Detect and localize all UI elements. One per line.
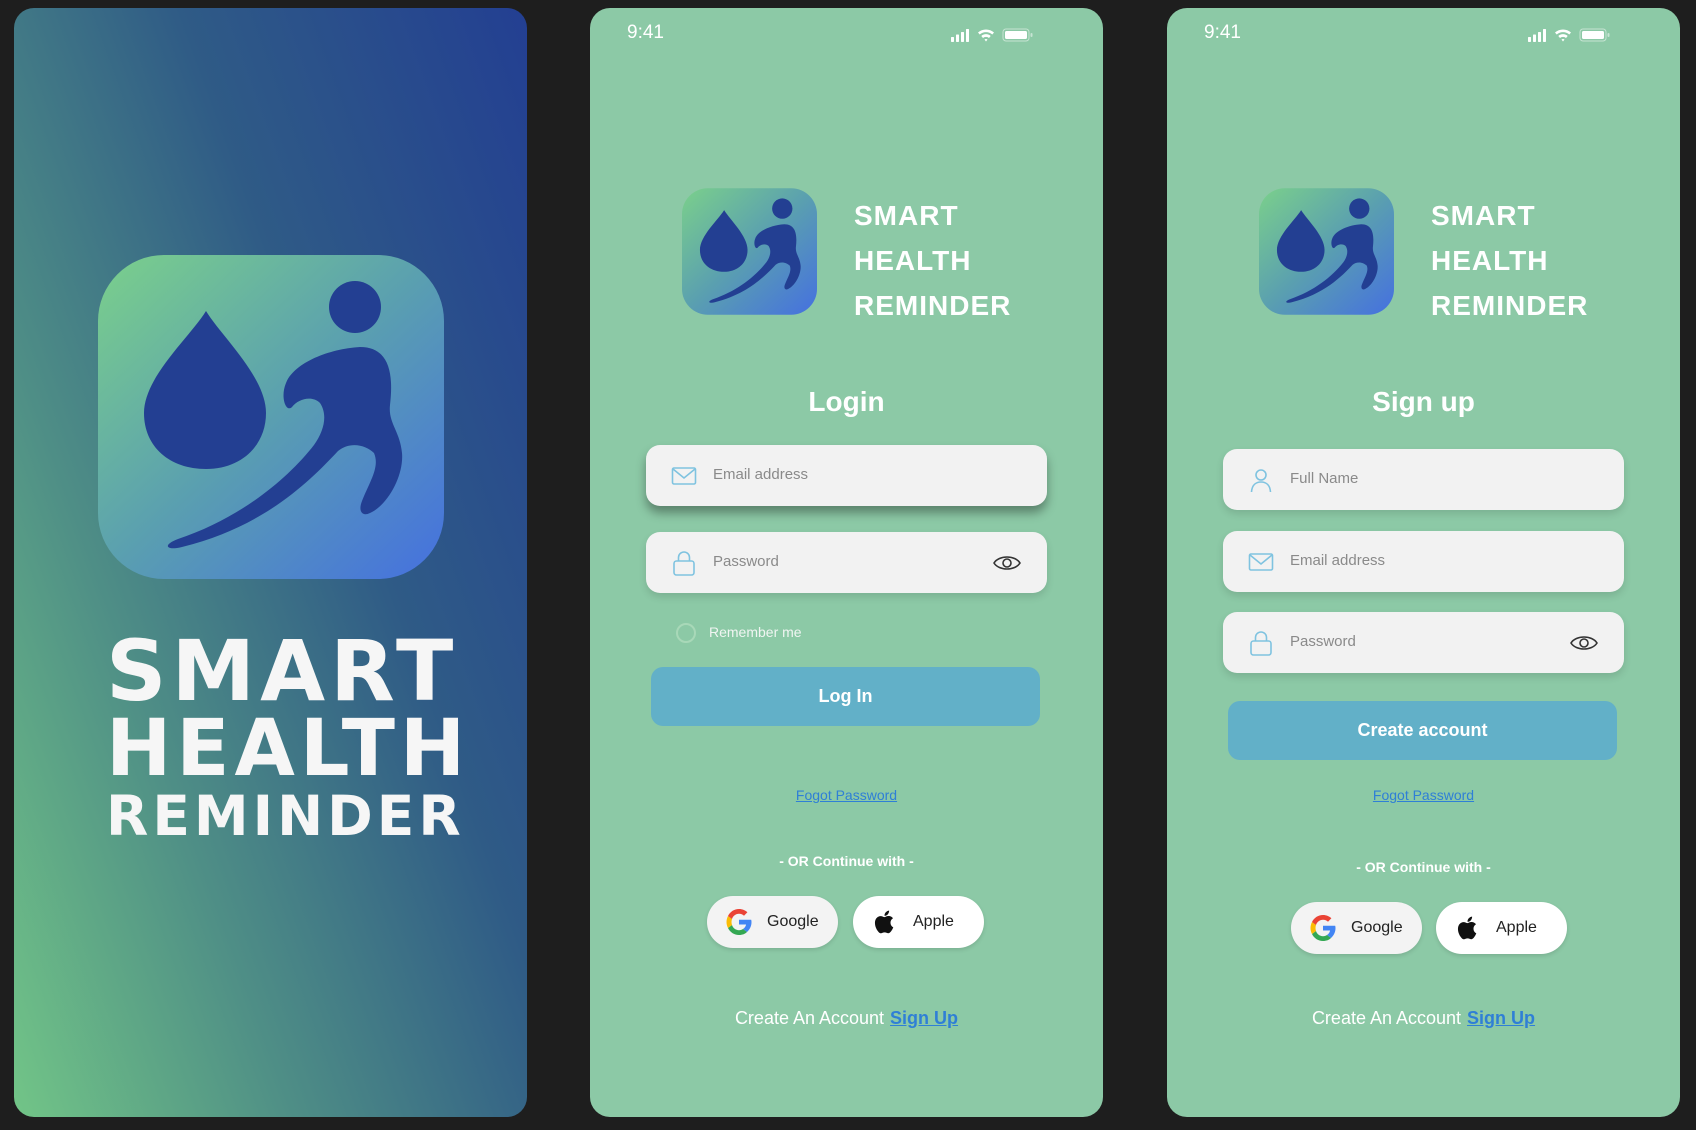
app-logo-icon xyxy=(1259,188,1394,315)
lock-icon xyxy=(1248,630,1274,656)
status-icons xyxy=(951,27,1035,43)
status-time: 9:41 xyxy=(1204,22,1241,43)
brand-line2: HEALTH xyxy=(854,245,972,276)
signup-footer: Create An Account Sign Up xyxy=(1167,1008,1680,1029)
page-title: Sign up xyxy=(1372,386,1475,417)
forgot-password-link[interactable]: Fogot Password xyxy=(590,787,1103,803)
brand-line3: REMINDER xyxy=(1431,290,1589,321)
splash-title-line2: HEALTH xyxy=(106,704,471,794)
google-button[interactable]: Google xyxy=(707,896,838,948)
brand-title: SMART HEALTH REMINDER xyxy=(1431,193,1588,328)
email-placeholder: Email address xyxy=(713,466,809,483)
remember-radio[interactable] xyxy=(676,623,696,643)
status-icons xyxy=(1528,27,1612,43)
eye-icon[interactable] xyxy=(992,552,1022,574)
google-button[interactable]: Google xyxy=(1291,902,1422,954)
page-title: Login xyxy=(808,386,885,417)
login-screen: 9:41 SMART HEALTH REMINDER Login Email a… xyxy=(590,8,1103,1117)
password-field[interactable]: Password xyxy=(646,532,1047,593)
password-field[interactable]: Password xyxy=(1223,612,1624,673)
login-button[interactable]: Log In xyxy=(651,667,1040,726)
brand-line3: REMINDER xyxy=(854,290,1012,321)
google-icon xyxy=(724,907,754,937)
create-account-button[interactable]: Create account xyxy=(1228,701,1617,760)
full-name-field[interactable]: Full Name xyxy=(1223,449,1624,510)
password-placeholder: Password xyxy=(713,553,779,570)
signup-link[interactable]: Sign Up xyxy=(1467,1008,1535,1028)
signup-screen: 9:41 SMART HEALTH REMINDER Sign up Full … xyxy=(1167,8,1680,1117)
forgot-password-link[interactable]: Fogot Password xyxy=(1167,787,1680,803)
brand-line2: HEALTH xyxy=(1431,245,1549,276)
email-field[interactable]: Email address xyxy=(646,445,1047,506)
lock-icon xyxy=(671,550,697,576)
splash-title-line3: REMINDER xyxy=(106,784,465,848)
google-label: Google xyxy=(1351,919,1403,936)
apple-button[interactable]: Apple xyxy=(853,896,984,948)
brand-title: SMART HEALTH REMINDER xyxy=(854,193,1011,328)
footer-text: Create An Account xyxy=(734,1008,885,1028)
remember-label: Remember me xyxy=(709,624,802,640)
mail-icon xyxy=(1248,549,1274,575)
signup-link[interactable]: Sign Up xyxy=(890,1008,958,1028)
status-time: 9:41 xyxy=(627,22,664,43)
footer-text: Create An Account xyxy=(1311,1008,1462,1028)
or-continue-text: - OR Continue with - xyxy=(779,853,914,869)
signup-footer: Create An Account Sign Up xyxy=(590,1008,1103,1029)
brand-line1: SMART xyxy=(854,200,959,231)
or-continue-text: - OR Continue with - xyxy=(1356,859,1491,875)
google-label: Google xyxy=(767,913,819,930)
apple-label: Apple xyxy=(1496,919,1537,936)
splash-screen: SMART HEALTH REMINDER xyxy=(14,8,527,1117)
apple-icon xyxy=(1453,913,1483,943)
user-icon xyxy=(1248,467,1274,493)
eye-icon[interactable] xyxy=(1569,632,1599,654)
brand-line1: SMART xyxy=(1431,200,1536,231)
name-placeholder: Full Name xyxy=(1290,470,1359,487)
app-logo-icon xyxy=(682,188,817,315)
apple-button[interactable]: Apple xyxy=(1436,902,1567,954)
password-placeholder: Password xyxy=(1290,633,1356,650)
google-icon xyxy=(1308,913,1338,943)
apple-icon xyxy=(870,907,900,937)
water-drop-runner-icon xyxy=(98,255,444,579)
email-field[interactable]: Email address xyxy=(1223,531,1624,592)
mail-icon xyxy=(671,463,697,489)
email-placeholder: Email address xyxy=(1290,552,1386,569)
apple-label: Apple xyxy=(913,913,954,930)
